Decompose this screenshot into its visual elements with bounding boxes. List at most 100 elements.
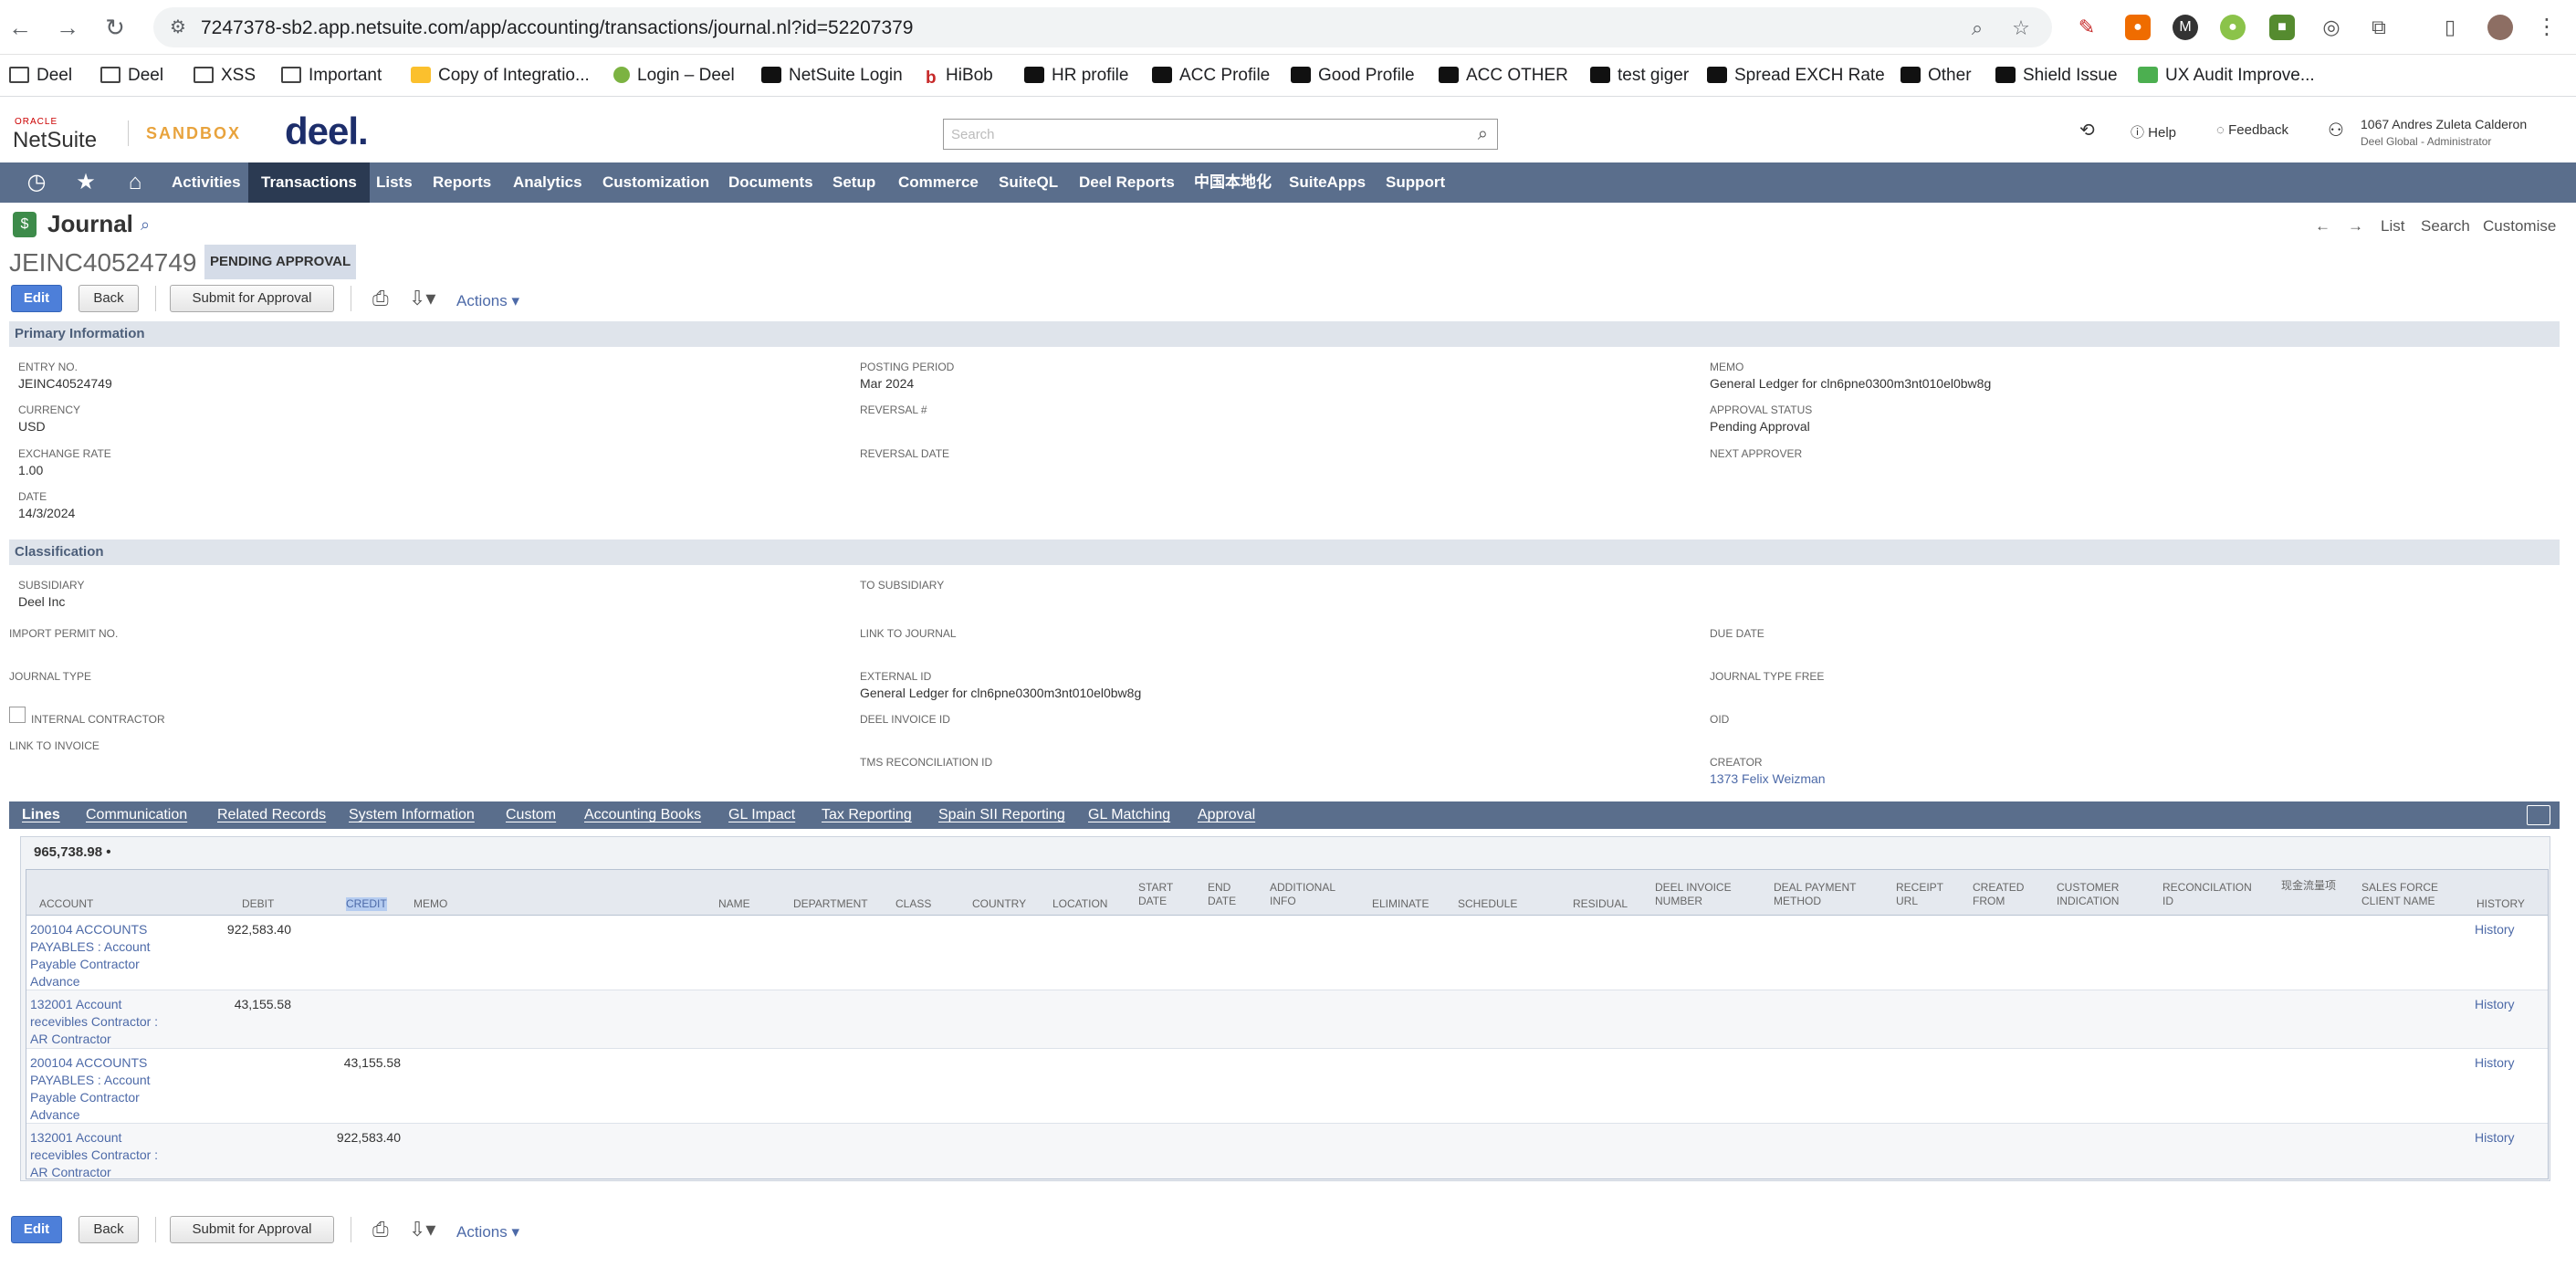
circle-extension-icon[interactable]: ● — [2220, 15, 2246, 40]
tab-tax-reporting[interactable]: Tax Reporting — [822, 807, 912, 823]
search-icon[interactable]: ⌕ — [141, 215, 150, 235]
m-extension-icon[interactable]: M — [2173, 15, 2198, 40]
tab-system-information[interactable]: System Information — [349, 807, 475, 823]
settings-extension-icon[interactable]: ◎ — [2319, 15, 2344, 40]
column-header[interactable]: SALES FORCE CLIENT NAME — [2361, 881, 2462, 908]
tab-approval[interactable]: Approval — [1198, 807, 1255, 823]
column-header[interactable]: RECEIPT URL — [1896, 881, 1951, 908]
column-header[interactable]: CUSTOMER INDICATION — [2057, 881, 2139, 908]
nav-support[interactable]: Support — [1373, 162, 1458, 203]
account-link[interactable]: 200104 ACCOUNTS PAYABLES : Account Payab… — [30, 1054, 194, 1124]
role-switch-icon[interactable]: ⚇ — [2328, 119, 2344, 141]
tab-custom[interactable]: Custom — [506, 807, 556, 823]
column-header[interactable]: CREATED FROM — [1973, 881, 2027, 908]
creator-link[interactable]: 1373 Felix Weizman — [1710, 771, 1826, 786]
history-link[interactable]: History — [2475, 996, 2515, 1013]
sidebar-icon[interactable]: ▯ — [2437, 15, 2463, 40]
netsuite-logo[interactable]: NetSuite — [13, 128, 97, 153]
column-header[interactable]: ACCOUNT — [39, 897, 93, 911]
export-icon[interactable]: ⇩▾ — [409, 287, 435, 310]
primary-information-header[interactable]: Primary Information — [9, 321, 2560, 347]
tab-gl-impact[interactable]: GL Impact — [728, 807, 795, 823]
export-icon[interactable]: ⇩▾ — [409, 1218, 435, 1241]
account-link[interactable]: 200104 ACCOUNTS PAYABLES : Account Payab… — [30, 921, 194, 990]
bookmark-star-icon[interactable]: ☆ — [2009, 16, 2033, 40]
nav-china-localization[interactable]: 中国本地化 — [1181, 162, 1284, 203]
home-icon[interactable]: ⌂ — [122, 170, 148, 195]
browser-menu-icon[interactable]: ⋮ — [2534, 15, 2560, 40]
bookmark-item[interactable]: test giger — [1590, 64, 1689, 88]
feedback-link[interactable]: ◌ Feedback — [2216, 122, 2288, 138]
column-header[interactable]: RECONCILATION ID — [2162, 881, 2263, 908]
nav-documents[interactable]: Documents — [716, 162, 826, 203]
tab-communication[interactable]: Communication — [86, 807, 187, 823]
nav-setup[interactable]: Setup — [820, 162, 888, 203]
column-header[interactable]: LOCATION — [1052, 897, 1107, 911]
site-settings-icon[interactable]: ⚙ — [170, 16, 192, 38]
layout-toggle-icon[interactable] — [2527, 805, 2550, 825]
nav-commerce[interactable]: Commerce — [885, 162, 991, 203]
url-text[interactable]: 7247378-sb2.app.netsuite.com/app/account… — [201, 17, 914, 39]
nav-analytics[interactable]: Analytics — [500, 162, 595, 203]
bookmark-item[interactable]: Important — [281, 64, 382, 88]
internal-contractor-checkbox[interactable] — [9, 707, 26, 723]
column-header[interactable]: START DATE — [1138, 881, 1184, 908]
bookmark-item[interactable]: ACC Profile — [1152, 64, 1270, 88]
column-header[interactable]: END DATE — [1208, 881, 1244, 908]
previous-record-icon[interactable]: ← — [2315, 217, 2330, 236]
actions-menu-bottom[interactable]: Actions ▾ — [456, 1223, 519, 1241]
recent-icon[interactable]: ◷ — [24, 170, 49, 195]
nav-activities[interactable]: Activities — [159, 162, 254, 203]
actions-menu[interactable]: Actions ▾ — [456, 292, 519, 310]
tab-accounting-books[interactable]: Accounting Books — [584, 807, 701, 823]
recent-records-icon[interactable]: ⟲ — [2079, 119, 2095, 141]
nav-customization[interactable]: Customization — [590, 162, 722, 203]
tab-related-records[interactable]: Related Records — [217, 807, 326, 823]
column-header[interactable]: NAME — [718, 897, 750, 911]
table-row[interactable]: 200104 ACCOUNTS PAYABLES : Account Payab… — [26, 916, 2548, 990]
nav-suiteapps[interactable]: SuiteApps — [1276, 162, 1378, 203]
column-header[interactable]: DEBIT — [242, 897, 274, 911]
table-row[interactable]: 132001 Account recevibles Contractor : A… — [26, 990, 2548, 1049]
address-bar[interactable]: ⚙ 7247378-sb2.app.netsuite.com/app/accou… — [153, 7, 2052, 47]
user-role[interactable]: Deel Global - Administrator — [2361, 135, 2491, 148]
tab-spain-sii-reporting[interactable]: Spain SII Reporting — [938, 807, 1065, 823]
reload-icon[interactable]: ↻ — [100, 13, 130, 42]
user-name[interactable]: 1067 Andres Zuleta Calderon — [2361, 117, 2527, 131]
column-header[interactable]: 现金流量项 — [2281, 879, 2336, 893]
pen-extension-icon[interactable]: ✎ — [2074, 15, 2100, 40]
account-link[interactable]: 132001 Account recevibles Contractor : A… — [30, 1129, 194, 1181]
edit-button-bottom[interactable]: Edit — [11, 1216, 62, 1243]
nav-reports[interactable]: Reports — [420, 162, 504, 203]
green-extension-icon[interactable]: ■ — [2269, 15, 2295, 40]
column-header[interactable]: DEEL INVOICE NUMBER — [1655, 881, 1755, 908]
tab-lines[interactable]: Lines — [22, 807, 60, 823]
search-link[interactable]: Search — [2421, 217, 2470, 236]
nav-transactions[interactable]: Transactions — [248, 162, 370, 203]
bookmark-item[interactable]: Deel — [100, 64, 163, 88]
star-icon[interactable]: ★ — [73, 170, 99, 195]
bookmark-item[interactable]: Login – Deel — [613, 64, 735, 88]
nav-deel-reports[interactable]: Deel Reports — [1066, 162, 1188, 203]
column-header[interactable]: HISTORY — [2477, 897, 2525, 911]
back-arrow-icon[interactable]: ← — [5, 13, 35, 42]
bookmark-item[interactable]: HR profile — [1024, 64, 1128, 88]
puzzle-extensions-icon[interactable]: ⧉ — [2366, 15, 2392, 40]
nav-suiteql[interactable]: SuiteQL — [986, 162, 1071, 203]
bookmark-item[interactable]: Shield Issue — [1995, 64, 2118, 88]
column-header[interactable]: RESIDUAL — [1573, 897, 1628, 911]
bookmark-item[interactable]: Deel — [9, 64, 72, 88]
table-row[interactable]: 200104 ACCOUNTS PAYABLES : Account Payab… — [26, 1049, 2548, 1124]
submit-for-approval-button[interactable]: Submit for Approval — [170, 285, 334, 312]
bookmark-item[interactable]: XSS — [194, 64, 256, 88]
bookmark-item[interactable]: ACC OTHER — [1439, 64, 1568, 88]
edit-button[interactable]: Edit — [11, 285, 62, 312]
column-header[interactable]: DEAL PAYMENT METHOD — [1774, 881, 1874, 908]
search-icon[interactable]: ⌕ — [1478, 124, 1488, 145]
bookmark-item[interactable]: UX Audit Improve... — [2138, 64, 2315, 88]
bookmark-item[interactable]: Copy of Integratio... — [411, 64, 590, 88]
bookmark-item[interactable]: Spread EXCH Rate — [1707, 64, 1885, 88]
deel-logo[interactable]: deel. — [285, 110, 369, 153]
profile-avatar[interactable] — [2487, 15, 2513, 40]
account-link[interactable]: 132001 Account recevibles Contractor : A… — [30, 996, 194, 1048]
